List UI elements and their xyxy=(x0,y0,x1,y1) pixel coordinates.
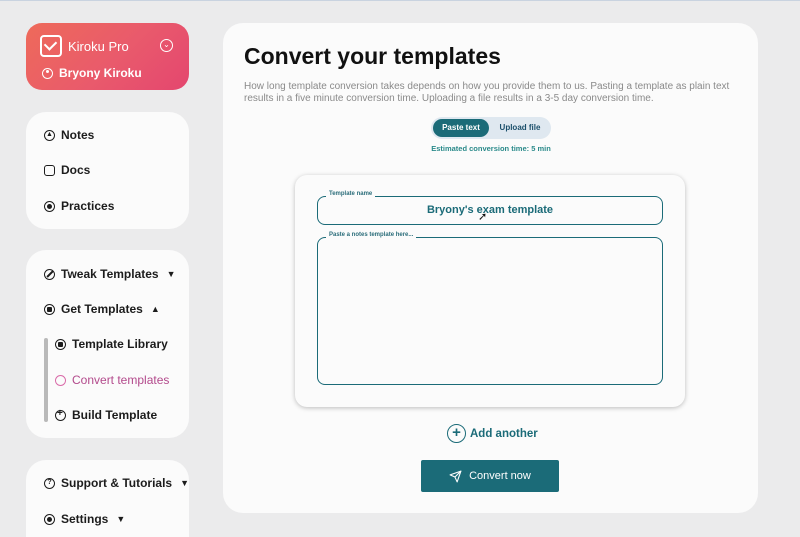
library-icon xyxy=(55,338,66,350)
account-card[interactable]: Kiroku Pro ⌄ Bryony Kiroku xyxy=(26,23,189,90)
template-form-card: Template name Bryony's exam template ➚ P… xyxy=(295,175,685,407)
estimated-time: Estimated conversion time: 5 min xyxy=(431,144,551,153)
square-circle-icon xyxy=(44,303,55,315)
app-name: Kiroku Pro xyxy=(68,38,129,54)
kiroku-logo-icon xyxy=(40,35,62,57)
convert-now-label: Convert now xyxy=(469,470,531,482)
submenu-indicator xyxy=(44,338,48,422)
template-name-field[interactable]: Template name Bryony's exam template ➚ xyxy=(317,191,663,225)
chevron-down-icon[interactable]: ⌄ xyxy=(160,39,173,52)
sidebar-item-settings[interactable]: Settings ▼ xyxy=(44,512,125,526)
sidebar-item-label: Get Templates xyxy=(61,302,143,316)
convert-icon xyxy=(55,374,66,386)
chevron-down-icon: ▼ xyxy=(116,514,126,524)
sidebar-item-label: Practices xyxy=(61,199,115,213)
sidebar-item-practices[interactable]: Practices xyxy=(44,199,114,213)
gear-icon xyxy=(44,513,55,525)
notes-template-textarea[interactable]: Paste a notes template here... xyxy=(317,232,663,385)
add-another-label: Add another xyxy=(470,427,538,440)
sidebar-item-label: Tweak Templates xyxy=(61,267,159,281)
sidebar-item-label: Settings xyxy=(61,512,109,526)
sidebar-item-support[interactable]: ? Support & Tutorials ▼ xyxy=(44,476,189,490)
sidebar-item-label: Notes xyxy=(61,128,95,142)
chat-icon xyxy=(44,164,55,176)
mouse-cursor-icon: ➚ xyxy=(478,211,488,223)
paste-text-tab[interactable]: Paste text xyxy=(433,119,489,137)
sidebar-item-docs[interactable]: Docs xyxy=(44,163,90,177)
chevron-down-icon: ▼ xyxy=(166,269,176,279)
sidebar-item-notes[interactable]: ▲ Notes xyxy=(44,128,94,142)
plus-circle-icon: + xyxy=(447,424,466,443)
page-title: Convert your templates xyxy=(244,43,501,69)
chevron-down-icon: ▼ xyxy=(180,478,190,488)
template-name-value[interactable]: Bryony's exam template xyxy=(318,204,662,216)
sidebar-item-label: Build Template xyxy=(72,408,158,422)
plus-circle-icon xyxy=(55,408,66,421)
send-icon xyxy=(449,470,462,482)
sidebar-item-label: Convert templates xyxy=(72,373,170,387)
sidebar-item-label: Docs xyxy=(61,163,91,177)
upload-file-tab[interactable]: Upload file xyxy=(491,119,549,137)
user-row: Bryony Kiroku xyxy=(40,66,175,80)
help-icon: ? xyxy=(44,477,55,489)
plus-circle-icon xyxy=(44,200,55,212)
page-description: How long template conversion takes depen… xyxy=(244,81,730,104)
input-mode-toggle: Paste text Upload file xyxy=(431,117,551,139)
slash-circle-icon xyxy=(44,268,55,280)
template-name-label: Template name xyxy=(326,191,376,197)
sidebar-item-label: Template Library xyxy=(72,337,168,351)
convert-now-button[interactable]: Convert now xyxy=(421,460,559,492)
add-another-button[interactable]: + Add another xyxy=(447,424,538,443)
sidebar-item-label: Support & Tutorials xyxy=(61,476,173,490)
user-icon xyxy=(42,67,53,79)
sidebar-item-convert-templates[interactable]: Convert templates xyxy=(55,373,169,387)
sidebar-item-tweak-templates[interactable]: Tweak Templates ▼ xyxy=(44,267,176,281)
chevron-up-icon: ▲ xyxy=(150,304,160,314)
sidebar-item-template-library[interactable]: Template Library xyxy=(55,337,168,351)
user-name: Bryony Kiroku xyxy=(59,66,142,80)
compass-icon: ▲ xyxy=(44,129,55,141)
sidebar-item-build-template[interactable]: Build Template xyxy=(55,408,157,422)
sidebar-item-get-templates[interactable]: Get Templates ▲ xyxy=(44,302,160,316)
notes-template-label: Paste a notes template here... xyxy=(326,232,417,238)
app-row: Kiroku Pro xyxy=(40,35,175,57)
